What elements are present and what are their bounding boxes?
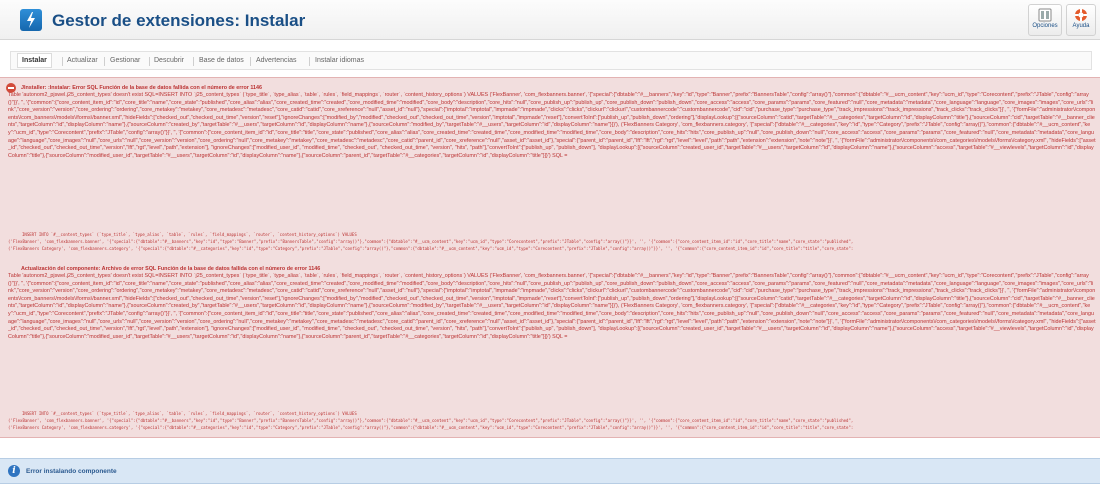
extension-tabs: Instalar Actualizar Gestionar Descubrir … (10, 51, 1092, 70)
info-message: Error instalando componente (26, 468, 117, 475)
tab-divider (104, 57, 105, 66)
sql-line: INSERT INTO `#__content_types` (`type_ti… (22, 232, 357, 237)
tab-instalar-idiomas[interactable]: Instalar idiomas (315, 54, 364, 67)
sql-line: ('FlexBanners Category', 'com_flexbanner… (8, 246, 854, 251)
tab-descubrir[interactable]: Descubrir (154, 54, 184, 67)
toolbar-header: Gestor de extensiones: Instalar Opciones… (0, 0, 1100, 40)
options-icon (1038, 8, 1052, 22)
tab-actualizar[interactable]: Actualizar (67, 54, 98, 67)
options-label: Opciones (1032, 23, 1058, 29)
tab-advertencias[interactable]: Advertencias (256, 54, 296, 67)
error-message-box: JInstaller: :Instalar: Error SQL Función… (0, 77, 1100, 438)
tab-gestionar[interactable]: Gestionar (110, 54, 140, 67)
info-message-box: i Error instalando componente (0, 458, 1100, 484)
options-button[interactable]: Opciones (1028, 4, 1062, 36)
tab-base-de-datos[interactable]: Base de datos (199, 54, 244, 67)
sql-line: ('FlexBanner', 'com_flexbanners.banner',… (8, 239, 854, 244)
sql-line: ('FlexBanners Category', 'com_flexbanner… (8, 425, 854, 430)
tab-divider (193, 57, 194, 66)
tab-divider (62, 57, 63, 66)
tab-divider (309, 57, 310, 66)
help-label: Ayuda (1072, 23, 1090, 29)
tab-divider (250, 57, 251, 66)
error-detail: Table 'autonom2_pjswel.j25_content_types… (8, 92, 1096, 159)
page-title: Gestor de extensiones: Instalar (52, 11, 306, 30)
sql-query: INSERT INTO `#__content_types` (`type_ti… (8, 410, 1096, 431)
tab-instalar[interactable]: Instalar (17, 53, 52, 68)
joomla-install-icon (20, 9, 42, 31)
help-button[interactable]: Ayuda (1066, 4, 1096, 36)
sql-line: ('FlexBanner', 'com_flexbanners.banner',… (8, 418, 854, 423)
tab-divider (149, 57, 150, 66)
sql-query: INSERT INTO `#__content_types` (`type_ti… (8, 231, 1096, 252)
info-icon: i (8, 465, 20, 477)
help-lifebuoy-icon (1075, 9, 1087, 21)
sql-line: INSERT INTO `#__content_types` (`type_ti… (22, 411, 357, 416)
error-detail: Table 'autonom2_pjswel.j25_content_types… (8, 273, 1096, 340)
